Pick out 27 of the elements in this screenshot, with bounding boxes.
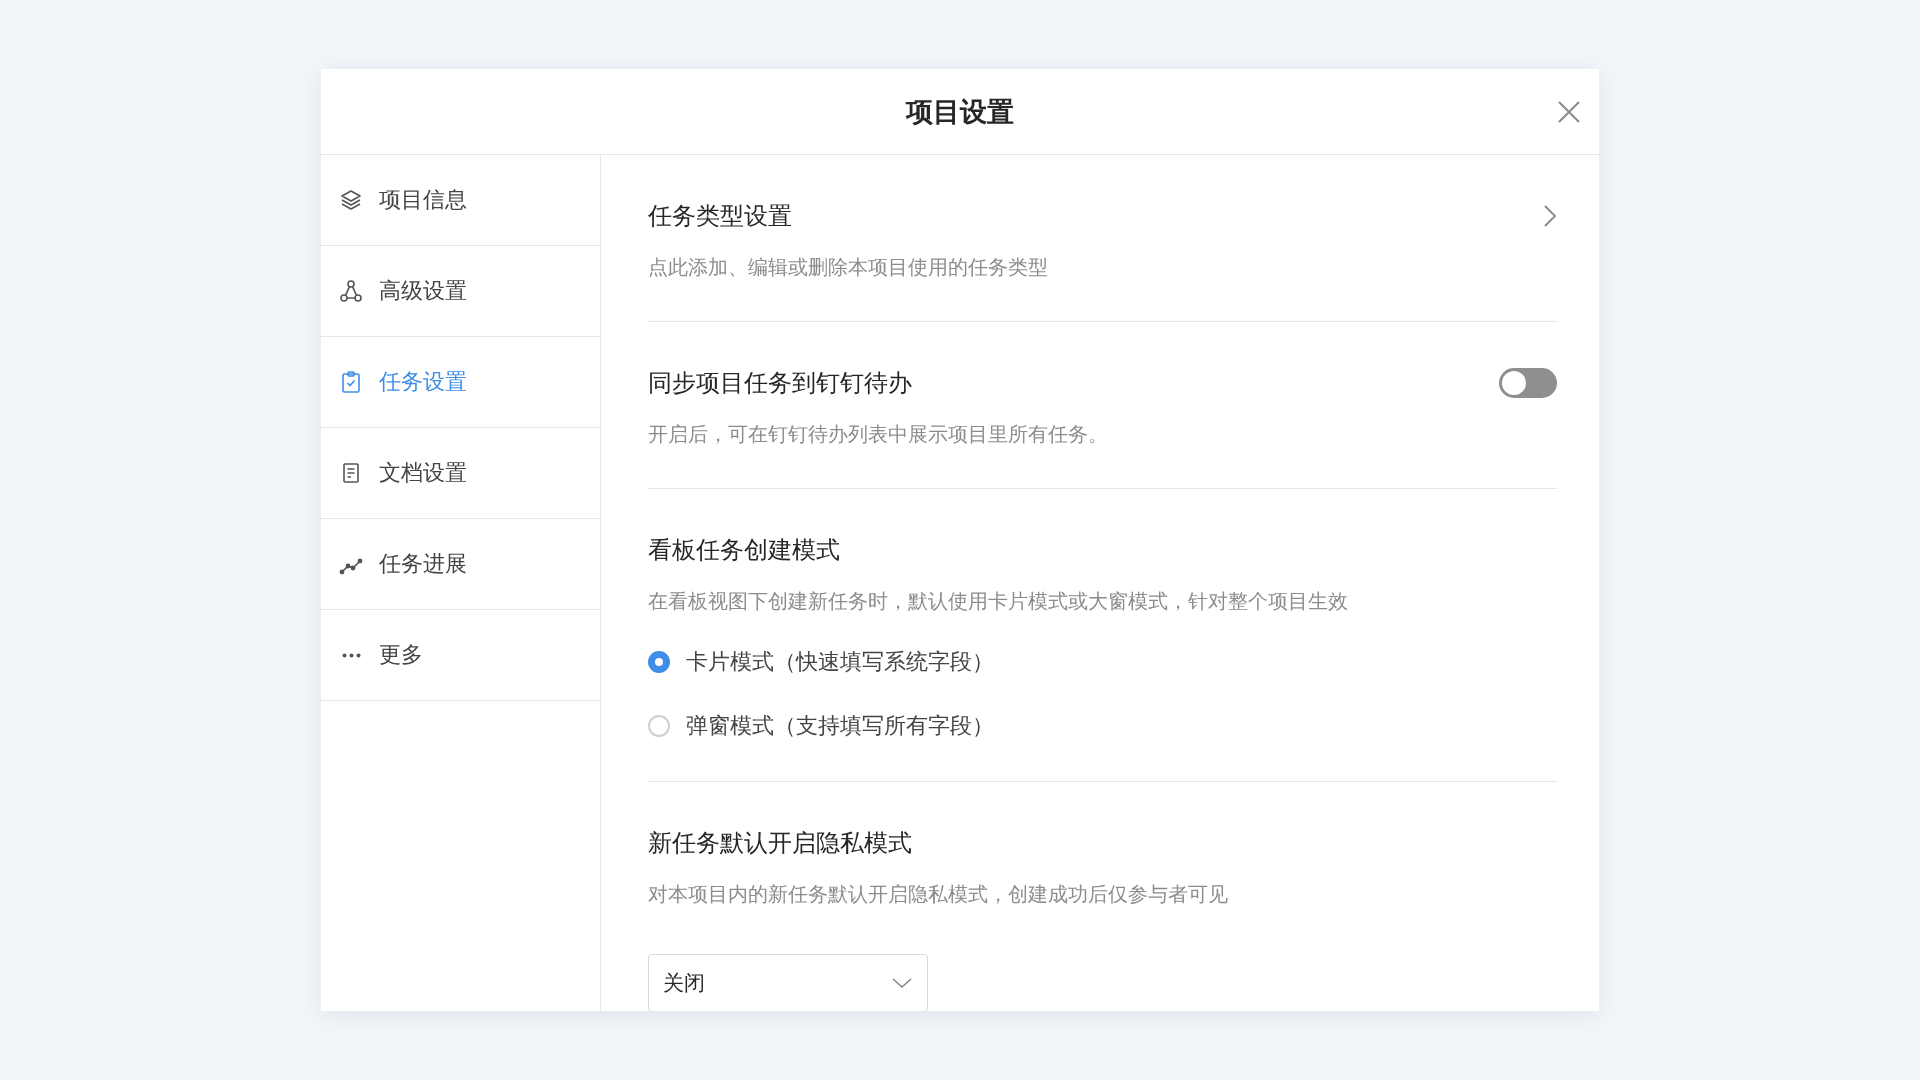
radio-button[interactable] (648, 715, 670, 737)
sidebar-item[interactable]: 项目信息 (321, 155, 600, 246)
chevron-right-icon[interactable] (1543, 204, 1557, 228)
dropdown-select[interactable]: 关闭 (648, 954, 928, 1011)
layers-icon (339, 188, 363, 212)
sidebar-item[interactable]: 高级设置 (321, 246, 600, 337)
radio-label[interactable]: 弹窗模式（支持填写所有字段） (686, 711, 994, 741)
close-icon[interactable] (1557, 100, 1581, 124)
section-description: 在看板视图下创建新任务时，默认使用卡片模式或大窗模式，针对整个项目生效 (648, 588, 1349, 615)
section-title: 同步项目任务到钉钉待办 (648, 368, 912, 399)
chevron-down-icon (891, 976, 913, 990)
sidebar-item[interactable]: 任务进展 (321, 519, 600, 610)
radio-button[interactable] (648, 651, 670, 673)
section-description: 点此添加、编辑或删除本项目使用的任务类型 (648, 254, 1049, 281)
nodes-icon (339, 279, 363, 303)
toggle-switch[interactable] (1499, 368, 1557, 398)
section-title: 任务类型设置 (648, 201, 792, 232)
section-description: 对本项目内的新任务默认开启隐私模式，创建成功后仅参与者可见 (648, 881, 1229, 908)
section-title: 新任务默认开启隐私模式 (648, 828, 912, 859)
sidebar-item[interactable]: 文档设置 (321, 428, 600, 519)
section-title: 看板任务创建模式 (648, 535, 840, 566)
radio-label[interactable]: 卡片模式（快速填写系统字段） (686, 647, 994, 677)
clipboard-check-icon (339, 370, 363, 394)
section-description: 开启后，可在钉钉待办列表中展示项目里所有任务。 (648, 421, 1109, 448)
dialog-title: 项目设置 (906, 94, 1014, 129)
sidebar-item[interactable]: 更多 (321, 610, 600, 701)
more-icon (341, 652, 361, 658)
